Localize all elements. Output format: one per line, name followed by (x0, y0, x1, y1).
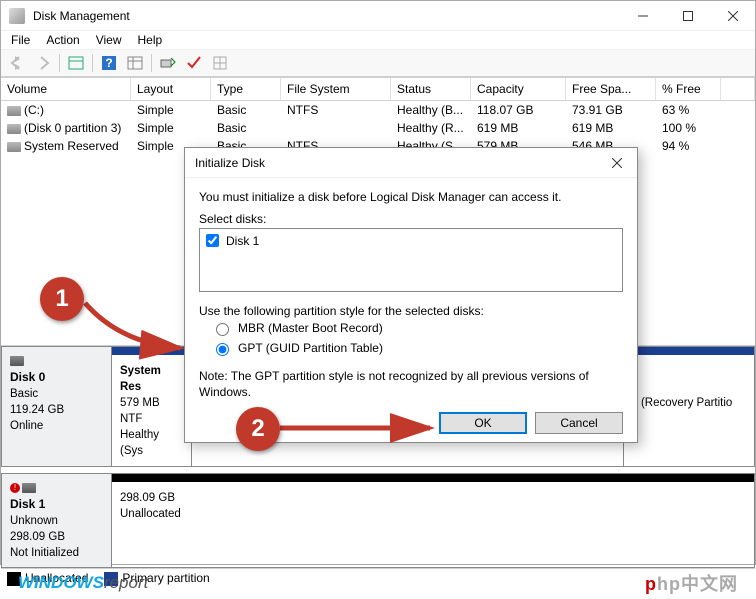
phpcn-brand: php中文网 (645, 570, 738, 596)
menu-file[interactable]: File (3, 31, 38, 49)
col-pct[interactable]: % Free (656, 78, 721, 100)
menu-help[interactable]: Help (130, 31, 171, 49)
table-row[interactable]: (Disk 0 partition 3) Simple Basic Health… (1, 119, 755, 137)
col-type[interactable]: Type (211, 78, 281, 100)
disk-icon (22, 483, 36, 493)
partition-recovery[interactable]: y (Recovery Partitio (624, 347, 754, 466)
annotation-1-arrow (80, 298, 190, 361)
toolbar: ? (1, 50, 755, 77)
disk-toolbar-icon[interactable] (156, 52, 180, 74)
ok-button[interactable]: OK (439, 412, 527, 434)
col-volume[interactable]: Volume (1, 78, 131, 100)
select-disks-label: Select disks: (199, 212, 623, 226)
dialog-body: You must initialize a disk before Logica… (185, 178, 637, 412)
window-title: Disk Management (33, 9, 130, 23)
col-status[interactable]: Status (391, 78, 471, 100)
footer: WINDOWSreport php中文网 (0, 566, 756, 599)
error-icon: ! (10, 483, 20, 493)
dialog-intro: You must initialize a disk before Logica… (199, 190, 623, 204)
col-layout[interactable]: Layout (131, 78, 211, 100)
col-fs[interactable]: File System (281, 78, 391, 100)
table-row[interactable]: (C:) Simple Basic NTFS Healthy (B... 118… (1, 101, 755, 119)
dialog-title: Initialize Disk (195, 156, 265, 170)
dialog-close-button[interactable] (597, 148, 637, 178)
menu-view[interactable]: View (88, 31, 130, 49)
tree-icon[interactable] (64, 52, 88, 74)
mmc-icon[interactable] (123, 52, 147, 74)
menu-action[interactable]: Action (38, 31, 87, 49)
forward-icon[interactable] (31, 52, 55, 74)
help-icon[interactable]: ? (97, 52, 121, 74)
grid-icon[interactable] (208, 52, 232, 74)
check-icon[interactable] (182, 52, 206, 74)
radio-gpt[interactable] (216, 343, 229, 356)
radio-mbr-row[interactable]: MBR (Master Boot Record) (211, 320, 623, 336)
volume-icon (7, 106, 21, 116)
annotation-2-badge: 2 (236, 407, 280, 451)
radio-gpt-row[interactable]: GPT (GUID Partition Table) (211, 340, 623, 356)
partition-unallocated[interactable]: 298.09 GB Unallocated (112, 474, 754, 567)
maximize-button[interactable] (665, 1, 710, 31)
menubar: File Action View Help (1, 31, 755, 50)
app-icon (9, 8, 25, 24)
disk1-partitions: 298.09 GB Unallocated (111, 473, 755, 568)
disk1-checkbox-row[interactable]: Disk 1 (202, 231, 620, 250)
dialog-titlebar: Initialize Disk (185, 148, 637, 178)
dialog-note: Note: The GPT partition style is not rec… (199, 368, 623, 400)
partition-system-reserved[interactable]: System Res 579 MB NTF Healthy (Sys (112, 347, 192, 466)
initialize-disk-dialog: Initialize Disk You must initialize a di… (184, 147, 638, 443)
windowsreport-brand: WINDOWSreport (18, 573, 148, 593)
col-capacity[interactable]: Capacity (471, 78, 566, 100)
cancel-button[interactable]: Cancel (535, 412, 623, 434)
minimize-button[interactable] (620, 1, 665, 31)
annotation-1-badge: 1 (40, 277, 84, 321)
volume-table-header: Volume Layout Type File System Status Ca… (1, 78, 755, 101)
disk1-info: ! Disk 1 Unknown 298.09 GB Not Initializ… (1, 473, 111, 568)
disk0-info: Disk 0 Basic 119.24 GB Online (1, 346, 111, 467)
annotation-2-arrow (280, 420, 440, 443)
volume-icon (7, 124, 21, 134)
partition-style-label: Use the following partition style for th… (199, 304, 623, 318)
titlebar: Disk Management (1, 1, 755, 31)
disk-listbox[interactable]: Disk 1 (199, 228, 623, 292)
volume-icon (7, 142, 21, 152)
disk-icon (10, 356, 24, 366)
back-icon[interactable] (5, 52, 29, 74)
svg-text:?: ? (105, 56, 112, 70)
radio-mbr[interactable] (216, 323, 229, 336)
disk-row-1[interactable]: ! Disk 1 Unknown 298.09 GB Not Initializ… (1, 473, 755, 568)
disk1-checkbox[interactable] (206, 234, 219, 247)
col-free[interactable]: Free Spa... (566, 78, 656, 100)
close-button[interactable] (710, 1, 755, 31)
